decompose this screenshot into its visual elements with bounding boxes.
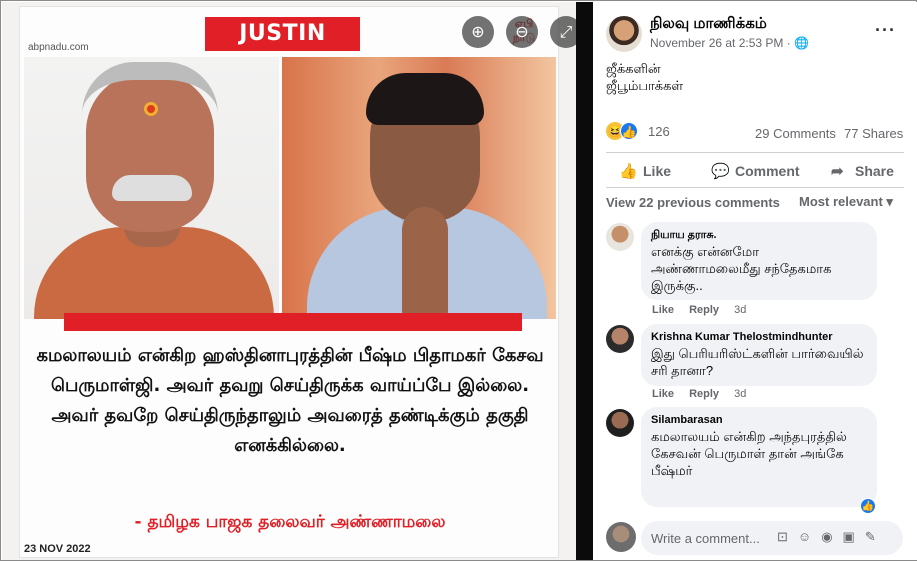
quote-text: கமலாலயம் என்கிற ஹஸ்தினாபுரத்தின் பீஷ்ம ப… xyxy=(36,345,544,456)
post-text-line: ஜீக்களின் xyxy=(606,61,661,76)
comment-composer: Write a comment... ⊡☺◉▣✎ xyxy=(593,518,917,560)
comment-actions: Like Reply 3d xyxy=(652,304,758,316)
news-card-image: abpnadu.com JUSTIN ஏபி நாடு கமலாலயம் என்… xyxy=(19,6,559,558)
share-icon: ➦ xyxy=(831,163,844,180)
composer-icons: ⊡☺◉▣✎ xyxy=(777,529,886,545)
quote-attribution: - தமிழக பாஜக தலைவர் அண்ணாமலை xyxy=(134,512,446,532)
viewer-divider xyxy=(576,2,593,560)
justin-banner: JUSTIN xyxy=(205,17,360,51)
reaction-count: 126 xyxy=(648,124,670,139)
commenter-avatar[interactable] xyxy=(606,223,634,251)
zoom-out-icon[interactable]: ⊖ xyxy=(506,16,538,48)
avatar-sticker-icon[interactable]: ✎ xyxy=(865,529,886,544)
fullscreen-icon[interactable]: ⤢ xyxy=(550,16,576,48)
comment-bubble: Silambarasan கமலாலயம் என்கிற அந்தபுரத்தி… xyxy=(641,407,877,507)
comment-time[interactable]: 3d xyxy=(734,388,746,400)
emoji-icon[interactable]: ☺ xyxy=(798,529,821,544)
current-user-avatar[interactable] xyxy=(606,522,636,552)
comment-button[interactable]: 💬 Comment xyxy=(711,162,800,180)
author-avatar[interactable] xyxy=(606,16,642,52)
comment-label: Comment xyxy=(735,163,800,179)
media-viewer: abpnadu.com JUSTIN ஏபி நாடு கமலாலயம் என்… xyxy=(2,2,576,560)
photo-right-person xyxy=(282,57,556,319)
source-site: abpnadu.com xyxy=(28,42,89,53)
comment-like-reaction-icon: 👍 xyxy=(860,498,876,514)
shares-count[interactable]: 77 Shares xyxy=(844,126,903,141)
zoom-in-icon[interactable]: ⊕ xyxy=(462,16,494,48)
share-button[interactable]: ➦ Share xyxy=(831,162,894,180)
comment-text: எனக்கு என்னமோ அண்ணாமலைமீது சந்தேகமாக இரு… xyxy=(651,244,832,293)
write-comment-placeholder: Write a comment... xyxy=(651,531,760,546)
view-previous-comments[interactable]: View 22 previous comments xyxy=(606,195,780,210)
divider xyxy=(606,152,904,153)
like-label: Like xyxy=(643,163,672,179)
thumbs-up-icon: 👍 xyxy=(619,163,638,180)
commenter-name[interactable]: நியாய தராசு. xyxy=(651,228,867,243)
more-options-icon[interactable]: ··· xyxy=(875,20,896,41)
post-panel: நிலவு மாணிக்கம் November 26 at 2:53 PM ·… xyxy=(593,2,917,560)
red-divider-bar xyxy=(64,313,522,331)
comment-like-button[interactable]: Like xyxy=(652,304,674,316)
commenter-name[interactable]: Krishna Kumar Thelostmindhunter xyxy=(651,330,867,345)
comment-sort-dropdown[interactable]: Most relevant ▾ xyxy=(799,194,893,210)
divider xyxy=(606,187,904,188)
post-timestamp[interactable]: November 26 at 2:53 PM · 🌐 xyxy=(650,36,809,50)
comment-like-button[interactable]: Like xyxy=(652,388,674,400)
comment-reply-button[interactable]: Reply xyxy=(689,304,719,316)
comment-bubble: நியாய தராசு. எனக்கு என்னமோ அண்ணாமலைமீது … xyxy=(641,222,877,300)
image-date: 23 NOV 2022 xyxy=(24,543,91,555)
gif-icon[interactable]: ▣ xyxy=(843,529,865,544)
commenter-avatar[interactable] xyxy=(606,409,634,437)
commenter-name[interactable]: Silambarasan xyxy=(651,413,867,428)
comment-text: கமலாலயம் என்கிற அந்தபுரத்தில் கேசவன் பெர… xyxy=(651,429,847,478)
photo-left-person xyxy=(24,57,279,319)
comment-time[interactable]: 3d xyxy=(734,304,746,316)
like-button[interactable]: 👍 Like xyxy=(619,162,671,180)
commenter-avatar[interactable] xyxy=(606,325,634,353)
share-label: Share xyxy=(855,163,894,179)
comment-actions: Like Reply 3d xyxy=(652,388,758,400)
post-text-line: ஜீபூம்பாக்கள் xyxy=(606,78,684,93)
author-name[interactable]: நிலவு மாணிக்கம் xyxy=(650,15,767,34)
camera-icon[interactable]: ◉ xyxy=(821,529,842,544)
comment-icon: 💬 xyxy=(711,163,730,180)
write-comment-input[interactable]: Write a comment... ⊡☺◉▣✎ xyxy=(641,521,903,555)
like-reaction-icon: 👍 xyxy=(620,122,638,140)
post-text: ஜீக்களின் ஜீபூம்பாக்கள் xyxy=(606,60,683,94)
comment-bubble: Krishna Kumar Thelostmindhunter இது பெரி… xyxy=(641,324,877,386)
comment-reply-button[interactable]: Reply xyxy=(689,388,719,400)
sticker-icon[interactable]: ⊡ xyxy=(777,529,798,544)
comments-count[interactable]: 29 Comments xyxy=(755,126,836,141)
screenshot-frame: abpnadu.com JUSTIN ஏபி நாடு கமலாலயம் என்… xyxy=(0,0,917,561)
comment-text: இது பெரியரிஸ்ட்களின் பார்வையில் சரி தானா… xyxy=(651,346,864,378)
